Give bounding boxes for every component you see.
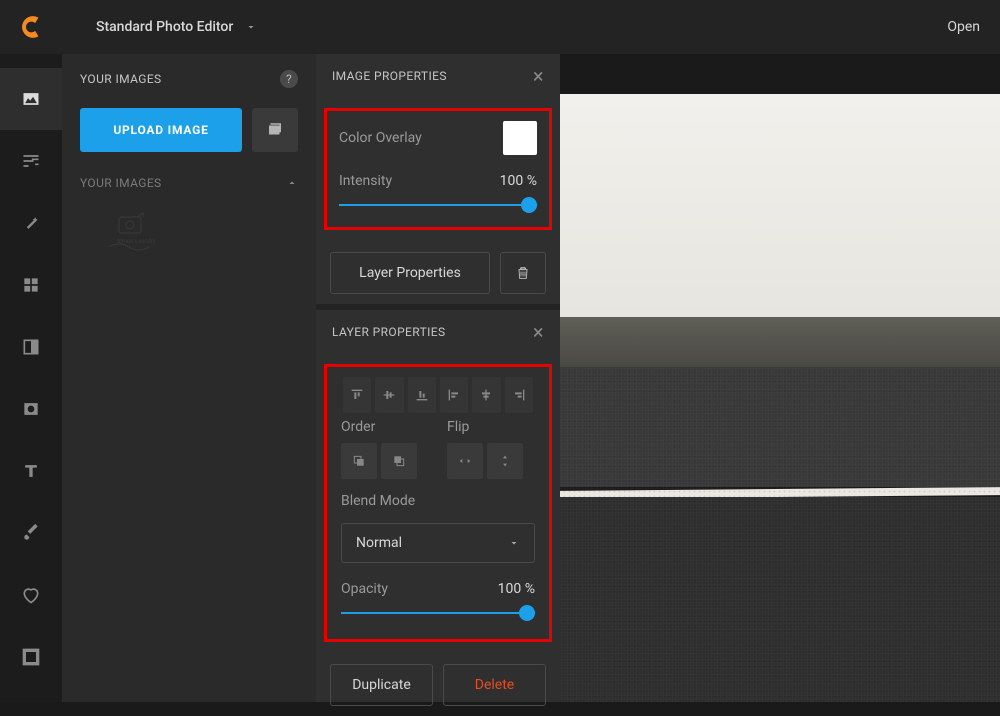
overlay-icon [21, 337, 41, 357]
align-bottom-icon [414, 387, 430, 403]
camera-icon [21, 399, 41, 419]
grid-icon [21, 275, 41, 295]
close-layer-properties[interactable]: × [533, 322, 544, 342]
align-vcenter-icon [381, 387, 397, 403]
intensity-unit: % [527, 173, 537, 189]
tool-draw[interactable] [0, 502, 62, 564]
app-title-label: Standard Photo Editor [96, 19, 233, 35]
stock-images-button[interactable] [252, 108, 298, 152]
align-hcenter-icon [478, 387, 494, 403]
tool-magic[interactable] [0, 192, 62, 254]
trash-icon [515, 265, 531, 281]
layer-properties-button[interactable]: Layer Properties [330, 252, 490, 294]
layer-properties-title: LAYER PROPERTIES [332, 325, 446, 339]
top-bar: Standard Photo Editor Open [0, 0, 1000, 54]
brush-icon [21, 523, 41, 543]
intensity-value: 100 [500, 173, 524, 189]
send-backward-button[interactable] [381, 443, 417, 479]
align-top-icon [349, 387, 365, 403]
flip-h-icon [457, 453, 473, 469]
tool-frames[interactable] [0, 378, 62, 440]
svg-text:Simon Laundry: Simon Laundry [117, 238, 156, 245]
flip-label: Flip [447, 419, 523, 435]
tool-text[interactable] [0, 440, 62, 502]
tool-elements[interactable] [0, 254, 62, 316]
bring-forward-icon [351, 453, 367, 469]
opacity-unit: % [525, 581, 535, 597]
app-logo [20, 14, 46, 40]
left-panel: YOUR IMAGES ? UPLOAD IMAGE YOUR IMAGES S… [62, 54, 316, 702]
wand-icon [21, 213, 41, 233]
align-right-icon [511, 387, 527, 403]
chevron-down-icon [508, 537, 520, 549]
duplicate-button[interactable]: Duplicate [330, 664, 433, 706]
help-button[interactable]: ? [280, 70, 298, 88]
canvas-area[interactable] [560, 54, 1000, 702]
tool-overlay[interactable] [0, 316, 62, 378]
frame-icon [21, 647, 41, 667]
tool-favorites[interactable] [0, 564, 62, 626]
tool-rail [0, 54, 62, 702]
canvas-image [560, 94, 1000, 702]
opacity-slider[interactable] [341, 605, 535, 621]
color-overlay-label: Color Overlay [339, 130, 422, 146]
intensity-slider[interactable] [339, 197, 537, 213]
align-bottom-button[interactable] [408, 377, 436, 413]
tool-resize[interactable] [0, 626, 62, 688]
align-hcenter-button[interactable] [472, 377, 500, 413]
your-images-title: YOUR IMAGES [80, 72, 162, 86]
properties-panel: IMAGE PROPERTIES × Color Overlay Intensi… [316, 54, 560, 702]
opacity-label: Opacity [341, 581, 388, 597]
flip-vertical-button[interactable] [487, 443, 523, 479]
blend-mode-label: Blend Mode [341, 493, 535, 509]
delete-button[interactable]: Delete [443, 664, 546, 706]
flip-horizontal-button[interactable] [447, 443, 483, 479]
image-properties-highlight: Color Overlay Intensity 100 % [324, 108, 552, 230]
image-thumbnail[interactable]: Simon Laundry [94, 204, 174, 264]
image-properties-title: IMAGE PROPERTIES [332, 69, 447, 83]
bring-forward-button[interactable] [341, 443, 377, 479]
chevron-down-icon [245, 21, 257, 33]
your-images-section-toggle[interactable]: YOUR IMAGES [80, 176, 298, 190]
flip-v-icon [497, 453, 513, 469]
intensity-label: Intensity [339, 173, 392, 189]
tool-adjust[interactable] [0, 130, 62, 192]
align-vcenter-button[interactable] [375, 377, 403, 413]
delete-image-button[interactable] [500, 252, 546, 294]
app-title-dropdown[interactable]: Standard Photo Editor [96, 19, 257, 35]
heart-icon [21, 585, 41, 605]
image-icon [21, 89, 41, 109]
chevron-up-icon [286, 177, 298, 189]
layer-properties-highlight: Order Flip Blend Mode [324, 364, 552, 642]
align-left-button[interactable] [440, 377, 468, 413]
send-backward-icon [391, 453, 407, 469]
blend-mode-select[interactable]: Normal [341, 523, 535, 563]
order-label: Order [341, 419, 417, 435]
your-images-sub-label: YOUR IMAGES [80, 176, 162, 190]
color-overlay-swatch[interactable] [503, 121, 537, 155]
sliders-icon [21, 151, 41, 171]
text-icon [21, 461, 41, 481]
opacity-value: 100 [498, 581, 522, 597]
close-image-properties[interactable]: × [533, 66, 544, 86]
align-left-icon [446, 387, 462, 403]
open-button[interactable]: Open [947, 19, 980, 35]
tool-images[interactable] [0, 68, 62, 130]
blend-mode-value: Normal [356, 535, 402, 551]
upload-image-button[interactable]: UPLOAD IMAGE [80, 108, 242, 152]
align-top-button[interactable] [343, 377, 371, 413]
photos-icon [266, 121, 284, 139]
align-right-button[interactable] [505, 377, 533, 413]
